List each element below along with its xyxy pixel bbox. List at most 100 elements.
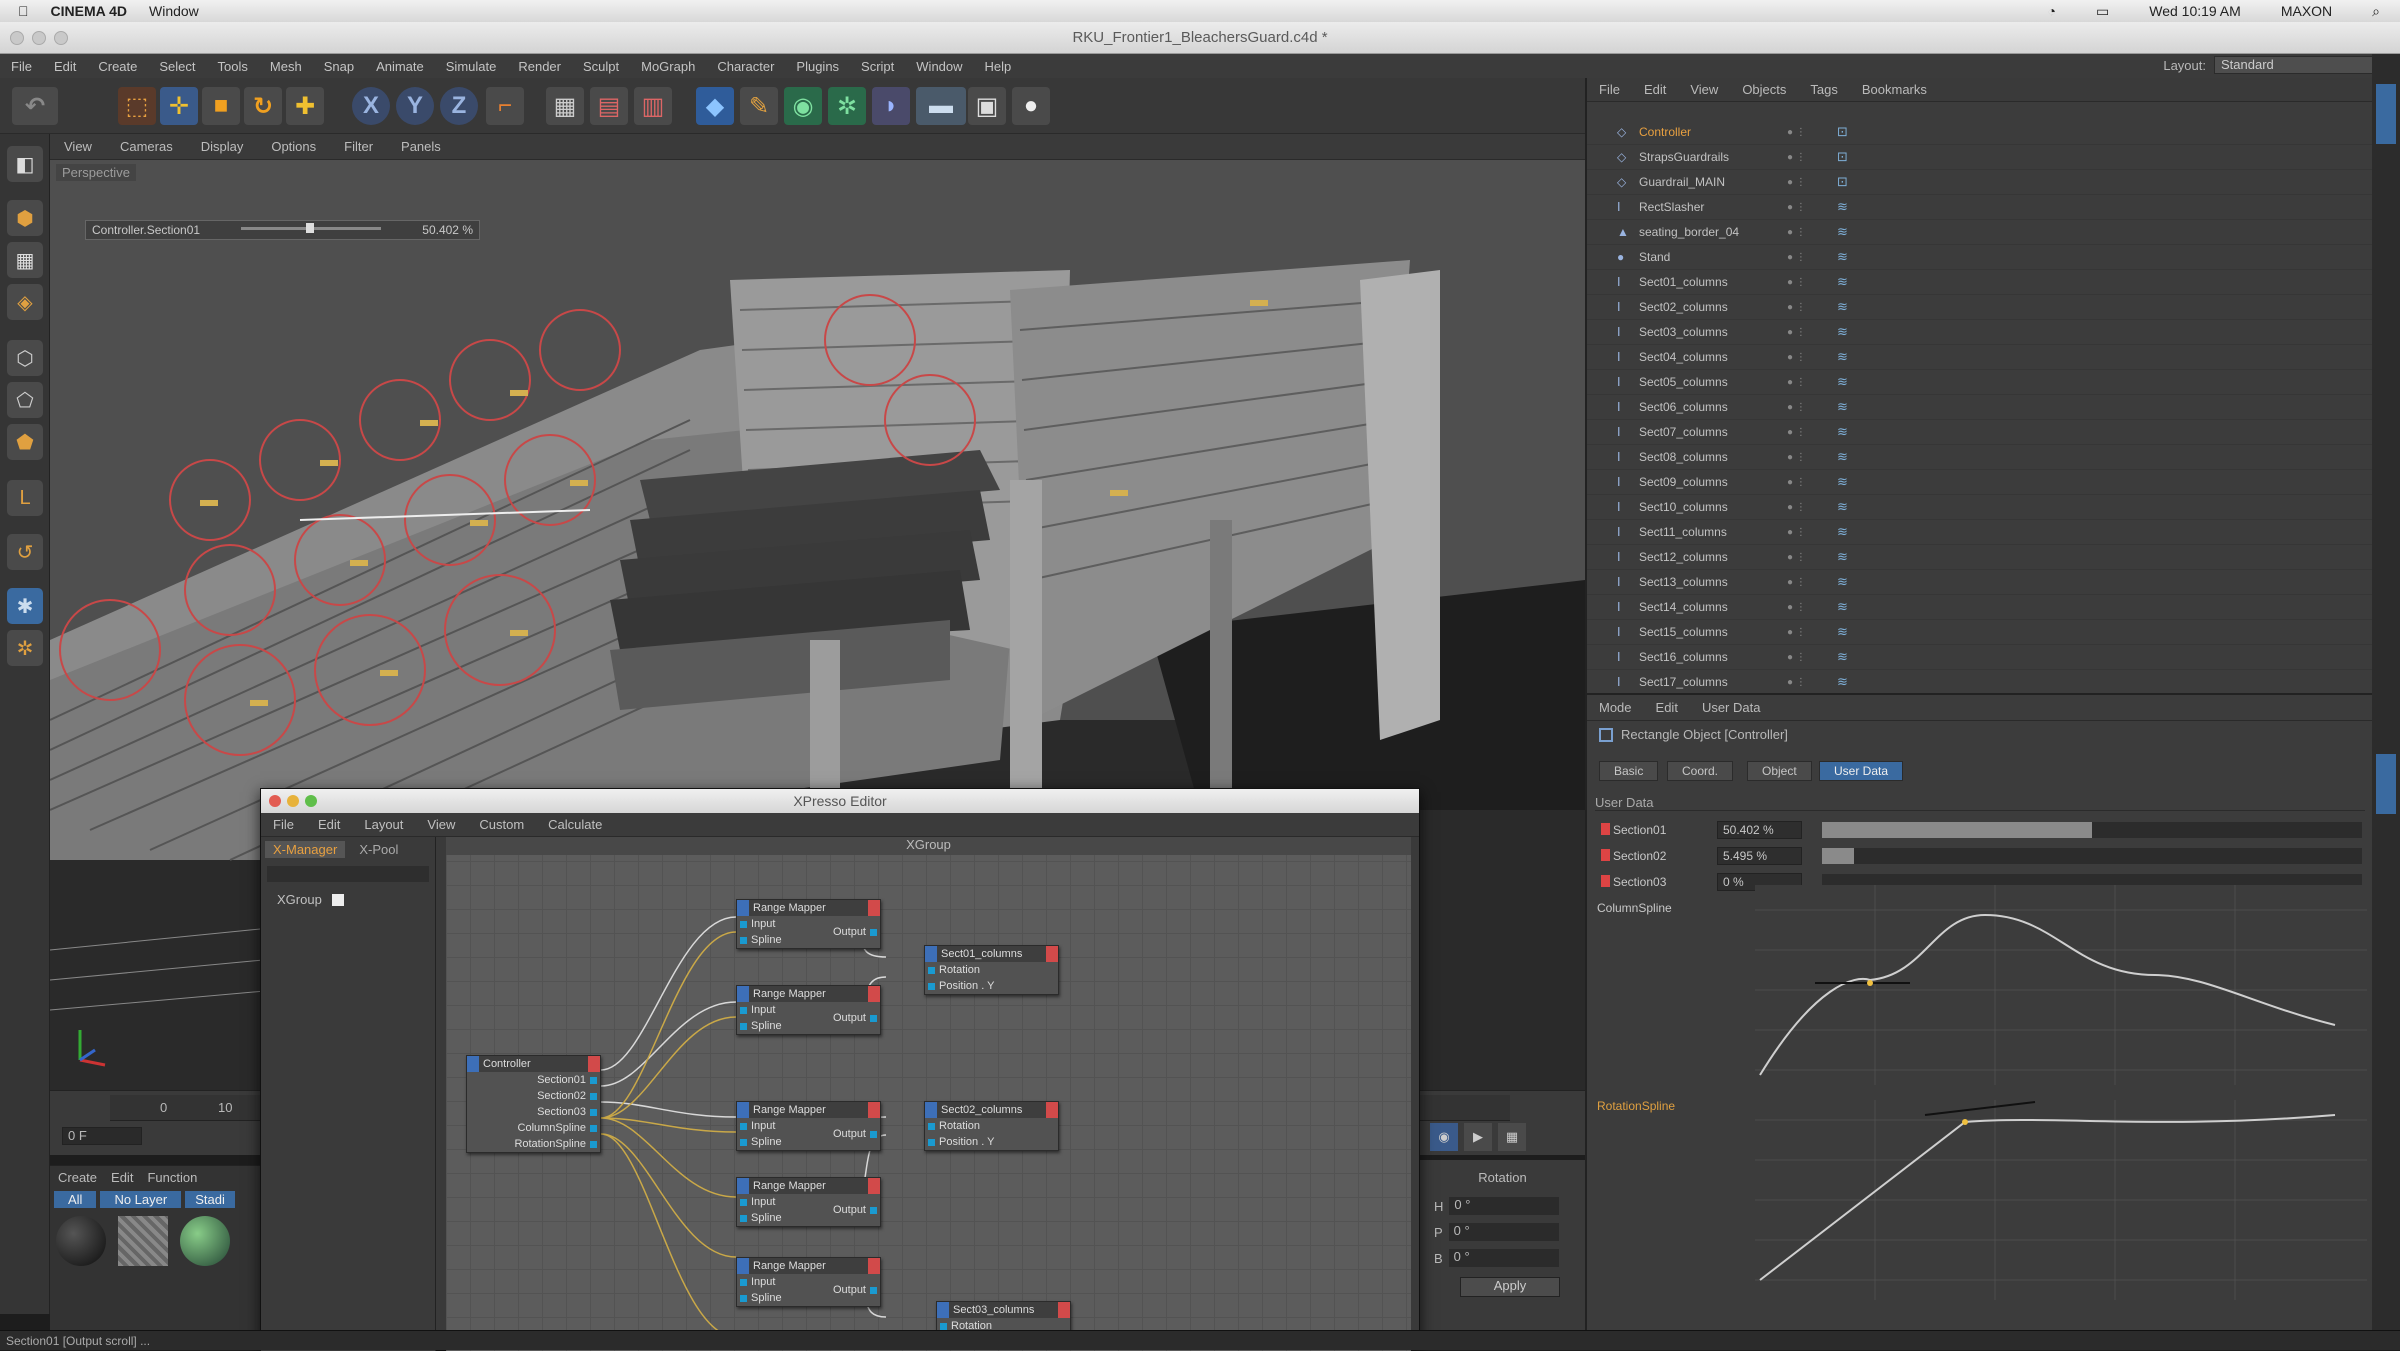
render-view-icon[interactable]: ▦	[546, 87, 584, 125]
layout-dropdown[interactable]: Standard	[2214, 56, 2384, 74]
menu-animate[interactable]: Animate	[376, 59, 424, 74]
tag-icon[interactable]: ≋	[1837, 324, 1848, 340]
battery-icon[interactable]: ▭	[2096, 3, 2109, 20]
camera-icon[interactable]: ▣	[968, 87, 1006, 125]
floor-icon[interactable]: ▬	[916, 87, 966, 125]
visibility-dots-icon[interactable]: ● ⋮	[1787, 302, 1806, 313]
port-position-y[interactable]: Position . Y	[925, 1134, 1058, 1150]
xp-menu-layout[interactable]: Layout	[364, 817, 403, 832]
attr-menu-mode[interactable]: Mode	[1599, 700, 1632, 715]
visibility-dots-icon[interactable]: ● ⋮	[1787, 202, 1806, 213]
menu-character[interactable]: Character	[717, 59, 774, 74]
xgroup-tree-item[interactable]: XGroup	[261, 886, 435, 913]
keyframe-icon[interactable]	[1601, 875, 1610, 887]
object-name[interactable]: Sect06_columns	[1639, 400, 1728, 414]
pen-icon[interactable]: ✎	[740, 87, 778, 125]
menu-select[interactable]: Select	[159, 59, 195, 74]
object-row[interactable]: Ⅰ Sect15_columns ● ⋮ ≋	[1587, 620, 2372, 645]
object-row[interactable]: Ⅰ Sect10_columns ● ⋮ ≋	[1587, 495, 2372, 520]
object-row[interactable]: Ⅰ Sect16_columns ● ⋮ ≋	[1587, 645, 2372, 670]
deformer-icon[interactable]: ◗	[872, 87, 910, 125]
object-row[interactable]: Ⅰ Sect06_columns ● ⋮ ≋	[1587, 395, 2372, 420]
menu-sculpt[interactable]: Sculpt	[583, 59, 619, 74]
object-row[interactable]: Ⅰ Sect12_columns ● ⋮ ≋	[1587, 545, 2372, 570]
tag-icon[interactable]: ≋	[1837, 474, 1848, 490]
object-row[interactable]: Ⅰ Sect03_columns ● ⋮ ≋	[1587, 320, 2372, 345]
tag-icon[interactable]: ⊡	[1837, 174, 1848, 190]
port-section02[interactable]: Section02	[467, 1088, 600, 1104]
visibility-dots-icon[interactable]: ● ⋮	[1787, 427, 1806, 438]
port-output[interactable]: Output	[819, 1126, 880, 1142]
range-mapper-node[interactable]: Range Mapper Input Spline Output	[736, 1257, 881, 1307]
visibility-dots-icon[interactable]: ● ⋮	[1787, 502, 1806, 513]
section02-value[interactable]: 5.495 %	[1717, 847, 1802, 865]
object-row[interactable]: Ⅰ Sect09_columns ● ⋮ ≋	[1587, 470, 2372, 495]
snap-icon[interactable]: ✱	[7, 588, 43, 624]
vp-menu-filter[interactable]: Filter	[344, 139, 373, 154]
y-axis-icon[interactable]: Y	[396, 87, 434, 125]
render-picture-viewer-icon[interactable]: ▤	[590, 87, 628, 125]
tag-icon[interactable]: ≋	[1837, 599, 1848, 615]
port-output[interactable]: Output	[819, 924, 880, 940]
menu-render[interactable]: Render	[518, 59, 561, 74]
window-menu[interactable]: Window	[149, 3, 199, 19]
object-name[interactable]: RectSlasher	[1639, 200, 1704, 214]
port-columnspline[interactable]: ColumnSpline	[467, 1120, 600, 1136]
xpresso-minimize-icon[interactable]	[287, 795, 299, 807]
object-row[interactable]: Ⅰ Sect02_columns ● ⋮ ≋	[1587, 295, 2372, 320]
object-row[interactable]: Ⅰ Sect17_columns ● ⋮ ≋	[1587, 670, 2372, 695]
section02-track[interactable]	[1822, 848, 2362, 864]
visibility-dots-icon[interactable]: ● ⋮	[1787, 577, 1806, 588]
live-select-icon[interactable]: ⬚	[118, 87, 156, 125]
xpresso-close-icon[interactable]	[269, 795, 281, 807]
visibility-dots-icon[interactable]: ● ⋮	[1787, 527, 1806, 538]
mat-tab-stadi[interactable]: Stadi	[185, 1191, 235, 1208]
clock[interactable]: Wed 10:19 AM	[2149, 3, 2241, 20]
port-output[interactable]: Output	[819, 1202, 880, 1218]
make-editable-icon[interactable]: ◧	[7, 146, 43, 182]
apple-icon[interactable]: 	[18, 3, 29, 19]
section01-value[interactable]: 50.402 %	[1717, 821, 1802, 839]
object-row[interactable]: Ⅰ Sect13_columns ● ⋮ ≋	[1587, 570, 2372, 595]
object-name[interactable]: Sect07_columns	[1639, 425, 1728, 439]
object-name[interactable]: Sect08_columns	[1639, 450, 1728, 464]
controller-node[interactable]: Controller Section01 Section02 Section03…	[466, 1055, 601, 1153]
material-swatch[interactable]	[56, 1216, 106, 1266]
xpresso-zoom-icon[interactable]	[305, 795, 317, 807]
visibility-dots-icon[interactable]: ● ⋮	[1787, 177, 1806, 188]
tweak-icon[interactable]: ↺	[7, 534, 43, 570]
object-name[interactable]: Stand	[1639, 250, 1670, 264]
vp-menu-cameras[interactable]: Cameras	[120, 139, 173, 154]
tag-icon[interactable]: ≋	[1837, 374, 1848, 390]
obj-menu-objects[interactable]: Objects	[1742, 82, 1786, 97]
undo-icon[interactable]: ↶	[12, 87, 58, 125]
light-icon[interactable]: ●	[1012, 87, 1050, 125]
objects-tab[interactable]	[2376, 84, 2396, 144]
section01-slider[interactable]: Section01 50.402 %	[1597, 819, 2367, 841]
spotlight-icon[interactable]: ⌕	[2372, 3, 2380, 20]
grid-icon[interactable]: ▦	[1498, 1123, 1526, 1151]
object-name[interactable]: Sect03_columns	[1639, 325, 1728, 339]
attr-menu-edit[interactable]: Edit	[1656, 700, 1678, 715]
menu-mesh[interactable]: Mesh	[270, 59, 302, 74]
tag-icon[interactable]: ≋	[1837, 674, 1848, 690]
visibility-dots-icon[interactable]: ● ⋮	[1787, 402, 1806, 413]
points-mode-icon[interactable]: ⬡	[7, 340, 43, 376]
hud-handle[interactable]	[306, 223, 314, 233]
axis-mode-icon[interactable]: L	[7, 480, 43, 516]
object-row[interactable]: ◇ StrapsGuardrails ● ⋮ ⊡	[1587, 145, 2372, 170]
move-icon[interactable]: ✛	[160, 87, 198, 125]
texture-mode-icon[interactable]: ▦	[7, 242, 43, 278]
object-name[interactable]: seating_border_04	[1639, 225, 1739, 239]
object-name[interactable]: Sect04_columns	[1639, 350, 1728, 364]
tag-icon[interactable]: ≋	[1837, 224, 1848, 240]
object-row[interactable]: Ⅰ Sect08_columns ● ⋮ ≋	[1587, 445, 2372, 470]
app-name[interactable]: CINEMA 4D	[51, 3, 128, 19]
object-name[interactable]: Sect14_columns	[1639, 600, 1728, 614]
z-axis-icon[interactable]: Z	[440, 87, 478, 125]
coord-b-field[interactable]: 0 °	[1448, 1249, 1559, 1267]
tag-icon[interactable]: ≋	[1837, 199, 1848, 215]
port-rotationspline[interactable]: RotationSpline	[467, 1136, 600, 1152]
tag-icon[interactable]: ≋	[1837, 449, 1848, 465]
tag-icon[interactable]: ≋	[1837, 349, 1848, 365]
